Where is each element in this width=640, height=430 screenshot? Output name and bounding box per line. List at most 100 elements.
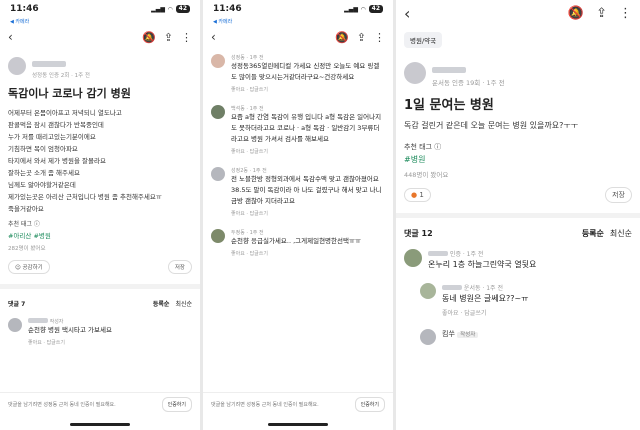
comment-text: 동네 병원은 글쎄요??~ㅠ bbox=[442, 294, 529, 303]
tags[interactable]: #아리산 #병원 bbox=[0, 230, 200, 240]
avatar bbox=[8, 318, 22, 332]
home-indicator bbox=[70, 423, 130, 426]
comment: 성정2동 · 1주 전 전 노블한방 정형외과에서 독감수액 맞고 괜찮아졌어요… bbox=[203, 161, 393, 223]
more-icon[interactable]: ⋮ bbox=[374, 31, 385, 44]
auth-prompt-text: 댓글을 남기려면 성정동 근처 동네 인증이 필요해요. bbox=[8, 402, 116, 408]
status-time: 11:46 bbox=[10, 4, 39, 14]
comment-header: 댓글 7 등록순 최신순 bbox=[0, 295, 200, 312]
comment-meta: 성정동 · 1주 전 bbox=[231, 55, 264, 61]
reaction-button[interactable]: ● 1 bbox=[404, 188, 431, 202]
comment-actions[interactable]: 좋아요 · 답글쓰기 bbox=[231, 210, 385, 217]
category-badge[interactable]: 병원/약국 bbox=[404, 32, 443, 48]
post-meta: 성정동 인증 2회 · 1주 전 bbox=[32, 73, 90, 79]
commenter-name-blurred bbox=[28, 318, 48, 323]
post-body: 어제부터 온몸이아프고 저녁되니 열도나고 판콜먹음 잠시 괜찮다가 반복중인데… bbox=[0, 105, 200, 217]
post-author[interactable]: 운서동 인증 19회 · 1주 전 bbox=[396, 54, 640, 91]
auth-prompt-text: 댓글을 남기려면 성정동 근처 동네 인증이 필요해요. bbox=[211, 402, 319, 408]
comment: 두정동 · 1주 전 순천향 응급실가세요.. ,그게제일현명한선택ㅠㅠ 좋아요… bbox=[203, 223, 393, 263]
comment-text: 성정동365열린메디컬 가세요 신정만 오늘도 예요 링겔도 많이들 맞으시는거… bbox=[231, 62, 380, 81]
save-button[interactable]: 저장 bbox=[605, 187, 632, 203]
comment-actions[interactable]: 좋아요 · 답글쓰기 bbox=[231, 250, 361, 257]
avatar bbox=[8, 56, 26, 75]
post-screen-2: ‹ 🔕 ⇪ ⋮ 병원/약국 운서동 인증 19회 · 1주 전 1일 문여는 병원 … bbox=[396, 0, 640, 430]
body-line: 타지에서 와서 제가 병원을 잘몰라요 bbox=[8, 157, 106, 165]
like-button[interactable]: ☺ 공감하기 bbox=[8, 260, 50, 274]
recommended-tags-label: 추천 태그 ⓘ bbox=[8, 221, 40, 228]
body-line: 잘하는곳 소개 좀 해주세요 bbox=[8, 169, 80, 177]
share-icon[interactable]: ⇪ bbox=[164, 31, 173, 44]
avatar bbox=[211, 229, 225, 243]
avatar bbox=[211, 167, 225, 181]
comment: 인증 · 1주 전 온누리 1층 하늘그린약국 열뒷요 bbox=[396, 243, 640, 277]
status-time: 11:46 bbox=[213, 4, 242, 14]
sort-registered[interactable]: 등록순 bbox=[153, 299, 170, 308]
commenter-name: 킴쑤 bbox=[442, 330, 455, 338]
comment-actions[interactable]: 좋아요 · 답글쓰기 bbox=[28, 339, 112, 346]
comment-meta: 운서동 · 1주 전 bbox=[463, 285, 503, 292]
status-bar: 11:46 ▂▄▆ ◠ 42 bbox=[0, 0, 200, 18]
notification-off-icon[interactable]: 🔕 bbox=[142, 31, 156, 44]
comment-text: 순천향 응급실가세요.. ,그게제일현명한선택ㅠㅠ bbox=[231, 237, 361, 245]
author-name-blurred bbox=[432, 67, 466, 73]
signal-icon: ▂▄▆ bbox=[344, 5, 359, 13]
back-icon[interactable]: ‹ bbox=[211, 30, 216, 44]
body-line: 제가있는곳은 아리산 근처입니다 병원 좀 추천해주세요ㅠ bbox=[8, 193, 162, 201]
screenshot-collage: 11:46 ▂▄▆ ◠ 42 ◀ 카메라 ‹ 🔕 ⇪ ⋮ 성정동 인증 2회 · 1주 … bbox=[0, 0, 640, 430]
verify-button[interactable]: 인증하기 bbox=[354, 397, 385, 412]
notification-off-icon[interactable]: 🔕 bbox=[568, 6, 584, 21]
body-line: 님께도 앓아야할거같은데 bbox=[8, 181, 76, 189]
auth-prompt-bar: 댓글을 남기려면 성정동 근처 동네 인증이 필요해요. 인증하기 bbox=[203, 392, 393, 416]
view-count: 448명이 봤어요 bbox=[404, 171, 449, 179]
wifi-icon: ◠ bbox=[168, 5, 173, 13]
sort-latest[interactable]: 최신순 bbox=[610, 228, 632, 239]
top-bar: ‹ 🔕 ⇪ ⋮ bbox=[203, 26, 393, 48]
divider bbox=[396, 213, 640, 218]
body-line: 죽을거같아요 bbox=[8, 205, 44, 213]
share-icon[interactable]: ⇪ bbox=[596, 6, 607, 21]
top-bar: ‹ 🔕 ⇪ ⋮ bbox=[396, 0, 640, 26]
battery-icon: 42 bbox=[368, 5, 383, 13]
comment-actions[interactable]: 좋아요 · 답글쓰기 bbox=[231, 148, 385, 155]
back-to-camera-link[interactable]: ◀ 카메라 bbox=[203, 18, 393, 26]
back-icon[interactable]: ‹ bbox=[404, 4, 410, 23]
post-author[interactable]: 성정동 인증 2회 · 1주 전 bbox=[0, 48, 200, 83]
comment-header: 댓글 12 등록순 최신순 bbox=[396, 224, 640, 243]
post-title: 1일 문여는 병원 bbox=[404, 98, 494, 113]
sort-latest[interactable]: 최신순 bbox=[175, 299, 192, 308]
author-name-blurred bbox=[32, 61, 66, 67]
save-button[interactable]: 저장 bbox=[167, 260, 192, 274]
comment-text: 온누리 1층 하늘그린약국 열뒷요 bbox=[428, 260, 537, 269]
avatar bbox=[420, 283, 436, 299]
verify-button[interactable]: 인증하기 bbox=[161, 397, 192, 412]
wifi-icon: ◠ bbox=[361, 5, 366, 13]
avatar bbox=[211, 54, 225, 68]
more-icon[interactable]: ⋮ bbox=[181, 31, 192, 44]
battery-icon: 42 bbox=[175, 5, 190, 13]
tags[interactable]: #병원 bbox=[396, 154, 640, 165]
post-screen-1: 11:46 ▂▄▆ ◠ 42 ◀ 카메라 ‹ 🔕 ⇪ ⋮ 성정동 인증 2회 · 1주 … bbox=[0, 0, 200, 430]
comment-actions[interactable]: 좋아요 · 답글쓰기 bbox=[442, 308, 529, 317]
notification-off-icon[interactable]: 🔕 bbox=[335, 31, 349, 44]
comment-meta: 인증 · 1주 전 bbox=[449, 251, 484, 258]
comment-meta: 성정2동 · 1주 전 bbox=[231, 168, 267, 174]
comment: 성정동 · 1주 전 성정동365열린메디컬 가세요 신정만 오늘도 예요 링겔… bbox=[203, 48, 393, 99]
comment: 작성자 순천향 병원 택시타고 가보세요 좋아요 · 답글쓰기 bbox=[0, 312, 200, 352]
post-title: 독감이나 코로나 감기 병원 bbox=[8, 87, 131, 100]
comment-text: 전 노블한방 정형외과에서 독감수액 맞고 괜찮아졌어요 38.5도 말이 독감… bbox=[231, 175, 382, 205]
more-icon[interactable]: ⋮ bbox=[619, 6, 632, 21]
auth-prompt-bar: 댓글을 남기려면 성정동 근처 동네 인증이 필요해요. 인증하기 bbox=[0, 392, 200, 416]
comment-count: 댓글 12 bbox=[404, 229, 433, 238]
post-meta: 운서동 인증 19회 · 1주 전 bbox=[432, 79, 505, 87]
comment-meta: 두정동 · 1주 전 bbox=[231, 230, 264, 236]
reply-comment: 킴쑤 작성자 bbox=[396, 323, 640, 351]
author-tag: 작성자 bbox=[457, 332, 479, 338]
avatar bbox=[420, 329, 436, 345]
back-to-camera-link[interactable]: ◀ 카메라 bbox=[0, 18, 200, 26]
sort-registered[interactable]: 등록순 bbox=[582, 228, 604, 239]
comment-actions[interactable]: 좋아요 · 답글쓰기 bbox=[231, 86, 385, 93]
reaction-count: 1 bbox=[419, 191, 424, 199]
commenter-name-blurred bbox=[442, 285, 462, 290]
share-icon[interactable]: ⇪ bbox=[357, 31, 366, 44]
commenter-name-blurred bbox=[428, 251, 448, 256]
back-icon[interactable]: ‹ bbox=[8, 30, 13, 44]
